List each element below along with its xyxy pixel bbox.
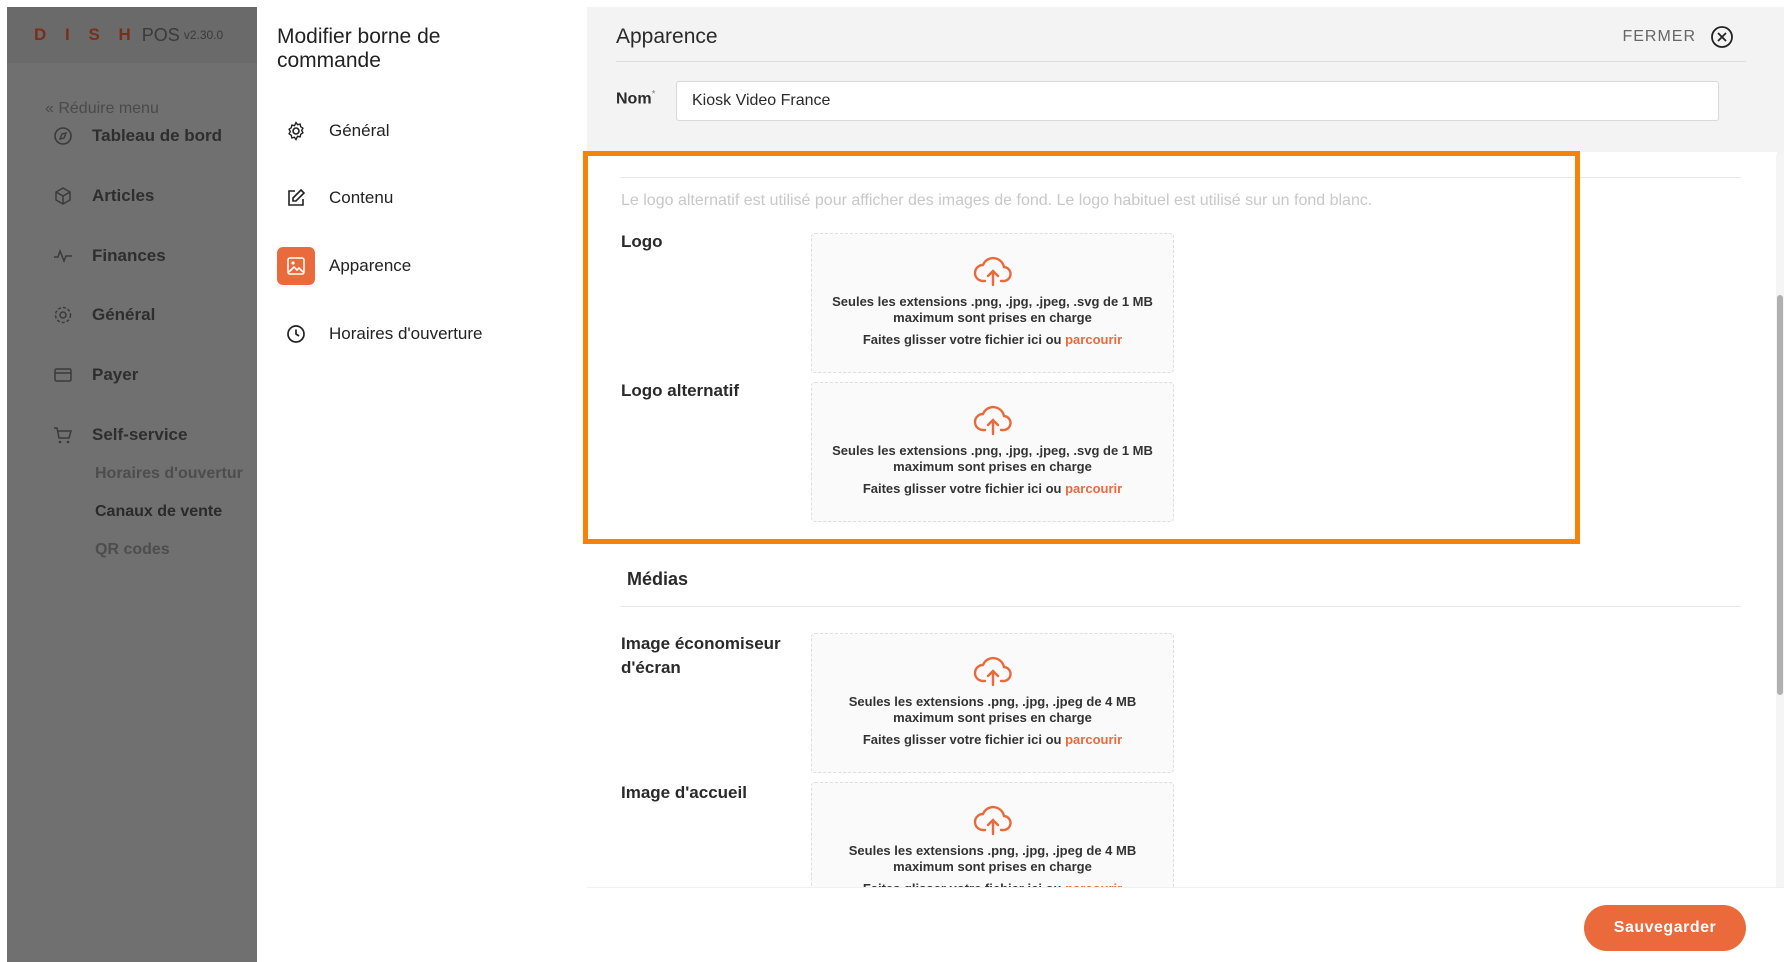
scrollbar[interactable] xyxy=(1776,155,1784,892)
settings-panel: Modifier borne de commande Général Conte… xyxy=(257,7,587,962)
panel-item-content[interactable]: Contenu xyxy=(277,179,393,217)
box-icon xyxy=(52,185,74,207)
logo-label: Logo xyxy=(621,232,663,251)
sidebar-item-label: Self-service xyxy=(92,425,188,444)
save-button[interactable]: Sauvegarder xyxy=(1584,905,1746,951)
form-scroll-area: Le logo alternatif est utilisé pour affi… xyxy=(587,152,1777,887)
card-icon xyxy=(52,364,74,386)
screensaver-label: Image économiseur d'écran xyxy=(621,634,781,677)
scrollbar-thumb[interactable] xyxy=(1777,295,1783,695)
logo-hint-text: Le logo alternatif est utilisé pour affi… xyxy=(621,192,1373,209)
upload-cloud-icon xyxy=(973,803,1013,837)
upload-cloud-icon xyxy=(973,403,1013,437)
brand-version: v2.30.0 xyxy=(183,28,224,42)
logo-dropzone[interactable]: Seules les extensions .png, .jpg, .jpeg,… xyxy=(811,233,1174,373)
gear-icon xyxy=(277,112,315,150)
panel-item-opening-hours[interactable]: Horaires d'ouverture xyxy=(277,315,482,353)
pulse-icon xyxy=(52,245,74,267)
upload-cloud-icon xyxy=(973,654,1013,688)
alt-logo-dropzone[interactable]: Seules les extensions .png, .jpg, .jpeg,… xyxy=(811,382,1174,522)
brand-name: D I S H xyxy=(34,25,138,44)
edit-icon xyxy=(277,179,315,217)
dropzone-constraints: Seules les extensions .png, .jpg, .jpeg … xyxy=(848,843,1137,874)
sidebar-item-label: Tableau de bord xyxy=(92,126,223,145)
bottom-action-bar: Sauvegarder xyxy=(587,887,1784,962)
section-divider xyxy=(621,606,1741,607)
welcome-image-label: Image d'accueil xyxy=(621,783,747,802)
panel-item-label: Général xyxy=(329,121,390,140)
sidebar-item-label: Finances xyxy=(92,246,166,265)
sidebar-item-label: Articles xyxy=(92,186,155,205)
sidebar-subitem-opening-hours[interactable]: Horaires d'ouvertur xyxy=(95,465,257,483)
panel-item-general[interactable]: Général xyxy=(277,112,389,150)
sidebar-item-general[interactable]: Général xyxy=(52,304,155,326)
page-title: Apparence xyxy=(616,25,718,48)
image-icon xyxy=(277,247,315,285)
dropzone-constraints: Seules les extensions .png, .jpg, .jpeg,… xyxy=(832,443,1153,474)
media-section-title: Médias xyxy=(627,569,689,589)
browse-link[interactable]: parcourir xyxy=(1065,481,1122,496)
sidebar-item-self-service[interactable]: Self-service xyxy=(52,424,187,446)
main-content: Apparence FERMER Nom* Le logo alternatif… xyxy=(587,7,1784,962)
name-input[interactable] xyxy=(676,81,1719,121)
sidebar-item-payer[interactable]: Payer xyxy=(52,364,138,386)
name-label: Nom* xyxy=(616,89,656,108)
collapse-menu-button[interactable]: « Réduire menu xyxy=(45,100,159,118)
main-header: Apparence FERMER Nom* xyxy=(587,7,1784,152)
dashboard-icon xyxy=(52,125,74,147)
sidebar-item-dashboard[interactable]: Tableau de bord xyxy=(52,125,222,147)
app-sidebar: D I S H POS v2.30.0 « Réduire menu Table… xyxy=(7,7,257,962)
upload-cloud-icon xyxy=(973,254,1013,288)
panel-item-label: Contenu xyxy=(329,188,394,207)
sidebar-item-label: Payer xyxy=(92,365,139,384)
sidebar-item-articles[interactable]: Articles xyxy=(52,185,154,207)
clock-icon xyxy=(277,315,315,353)
panel-item-label: Apparence xyxy=(329,256,412,275)
dropzone-constraints: Seules les extensions .png, .jpg, .jpeg … xyxy=(848,694,1137,725)
header-divider xyxy=(616,61,1746,62)
dropzone-drag-text: Faites glisser votre fichier ici ou parc… xyxy=(862,332,1123,347)
sidebar-subitem-qr-codes[interactable]: QR codes xyxy=(95,541,170,559)
sidebar-subitem-sales-channels[interactable]: Canaux de vente xyxy=(95,503,222,521)
section-divider xyxy=(621,177,1741,178)
dropzone-constraints: Seules les extensions .png, .jpg, .jpeg,… xyxy=(832,294,1153,325)
app-logo: D I S H POS v2.30.0 xyxy=(7,7,257,63)
welcome-image-dropzone[interactable]: Seules les extensions .png, .jpg, .jpeg … xyxy=(811,782,1174,887)
gear-icon xyxy=(52,304,74,326)
panel-item-appearance[interactable]: Apparence xyxy=(277,247,411,285)
brand-product: POS xyxy=(141,24,180,45)
close-icon xyxy=(1710,25,1734,49)
sidebar-item-finances[interactable]: Finances xyxy=(52,245,166,267)
dropzone-drag-text: Faites glisser votre fichier ici ou parc… xyxy=(862,732,1123,747)
browse-link[interactable]: parcourir xyxy=(1065,732,1122,747)
browse-link[interactable]: parcourir xyxy=(1065,332,1122,347)
close-label: FERMER xyxy=(1622,28,1696,45)
cart-icon xyxy=(52,424,74,446)
screensaver-dropzone[interactable]: Seules les extensions .png, .jpg, .jpeg … xyxy=(811,633,1174,773)
panel-title: Modifier borne de commande xyxy=(277,25,441,72)
panel-item-label: Horaires d'ouverture xyxy=(329,324,483,343)
dropzone-drag-text: Faites glisser votre fichier ici ou parc… xyxy=(862,481,1123,496)
alt-logo-label: Logo alternatif xyxy=(621,381,740,400)
sidebar-item-label: Général xyxy=(92,305,156,324)
close-button[interactable]: FERMER xyxy=(1622,25,1734,49)
